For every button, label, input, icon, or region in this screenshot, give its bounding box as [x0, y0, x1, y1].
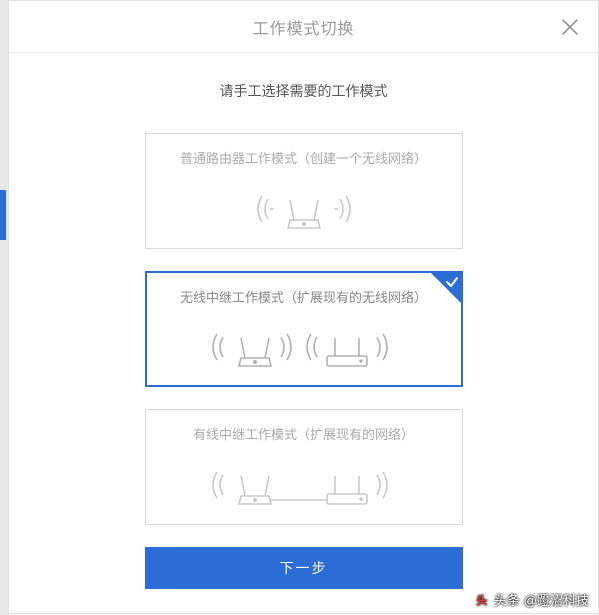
selected-indicator [431, 273, 461, 303]
watermark-logo-icon: 头 [474, 592, 490, 608]
option-normal-router[interactable]: 普通路由器工作模式（创建一个无线网络） [145, 133, 463, 249]
app-sidebar-edge [0, 0, 8, 615]
next-button[interactable]: 下一步 [145, 547, 463, 589]
watermark-author: @蹬沼科技 [524, 590, 589, 609]
option-label: 无线中继工作模式（扩展现有的无线网络） [180, 287, 427, 306]
watermark: 头 头条 @蹬沼科技 [474, 590, 589, 609]
check-icon [445, 275, 459, 289]
mode-switch-modal: 工作模式切换 请手工选择需要的工作模式 普通路由器工作模式（创建一个无线网络） [8, 0, 599, 614]
mode-options: 普通路由器工作模式（创建一个无线网络） [145, 133, 463, 525]
two-routers-wireless-icon [199, 316, 409, 377]
router-icon [234, 177, 374, 240]
close-button[interactable] [560, 17, 580, 37]
modal-body: 请手工选择需要的工作模式 普通路由器工作模式（创建一个无线网络） [9, 53, 598, 613]
two-routers-wired-icon [199, 453, 409, 516]
watermark-prefix: 头条 [494, 590, 520, 609]
option-label: 有线中继工作模式（扩展现有的网络） [193, 424, 414, 443]
modal-subtitle: 请手工选择需要的工作模式 [220, 81, 388, 101]
option-label: 普通路由器工作模式（创建一个无线网络） [180, 148, 427, 167]
option-wired-repeater[interactable]: 有线中继工作模式（扩展现有的网络） [145, 409, 463, 525]
modal-title: 工作模式切换 [252, 15, 354, 39]
close-icon [560, 17, 580, 37]
option-wireless-repeater[interactable]: 无线中继工作模式（扩展现有的无线网络） [145, 271, 463, 387]
modal-header: 工作模式切换 [9, 1, 598, 53]
